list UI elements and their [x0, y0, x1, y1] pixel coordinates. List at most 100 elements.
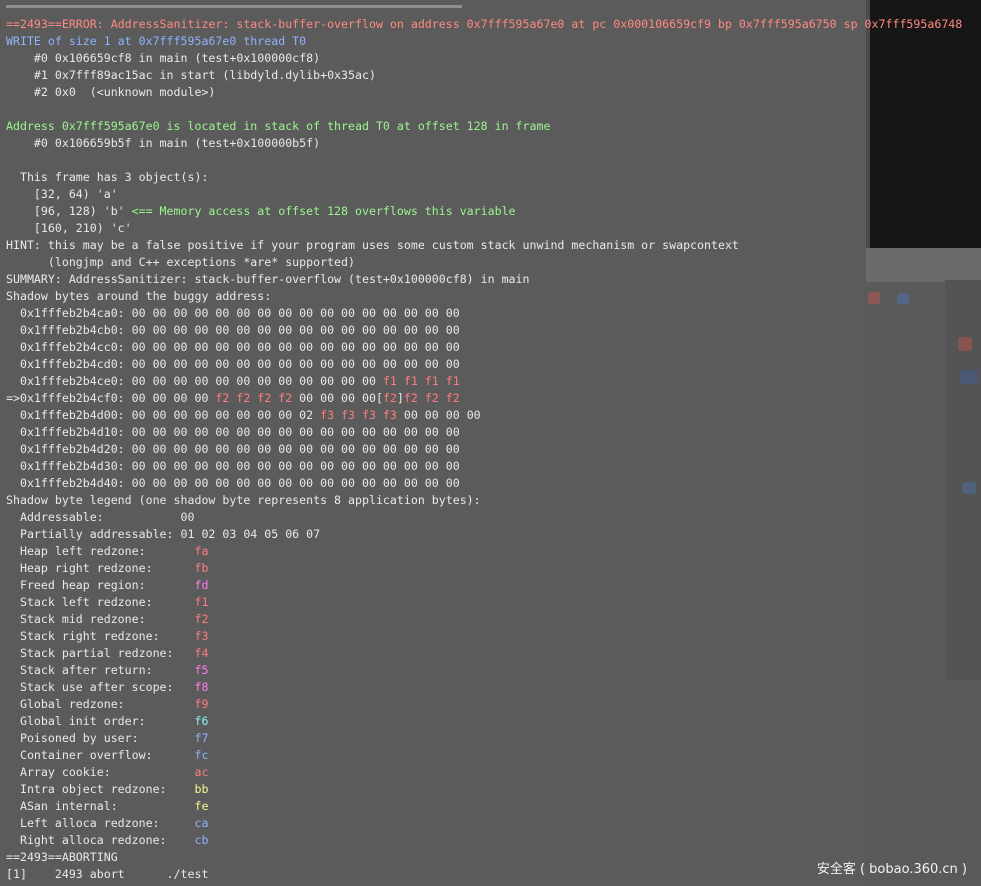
- terminal-text: ==2493==ERROR: AddressSanitizer: stack-b…: [6, 17, 963, 31]
- terminal-text: =>0x1fffeb2b4cf0: 00 00 00 00: [6, 391, 216, 405]
- terminal-line: Shadow byte legend (one shadow byte repr…: [6, 492, 962, 509]
- terminal-text: Heap left redzone:: [6, 544, 195, 558]
- terminal-line: 0x1fffeb2b4ce0: 00 00 00 00 00 00 00 00 …: [6, 373, 962, 390]
- terminal-separator: [6, 5, 462, 8]
- terminal-text: f4: [194, 646, 209, 660]
- terminal-text: Heap right redzone:: [6, 561, 195, 575]
- terminal-text: WRITE of size 1 at 0x7fff595a67e0 thread…: [6, 34, 307, 48]
- terminal-line: (longjmp and C++ exceptions *are* suppor…: [6, 254, 962, 271]
- terminal-text: 0x1fffeb2b4ce0: 00 00 00 00 00 00 00 00 …: [6, 374, 383, 388]
- terminal-text: fe: [194, 799, 209, 813]
- terminal-line: 0x1fffeb2b4cb0: 00 00 00 00 00 00 00 00 …: [6, 322, 962, 339]
- terminal-text: fa: [194, 544, 209, 558]
- terminal-text: Stack partial redzone:: [6, 646, 195, 660]
- terminal-text: Stack right redzone:: [6, 629, 195, 643]
- terminal-text: ca: [194, 816, 209, 830]
- terminal-text: f2 f2 f2: [403, 391, 460, 405]
- terminal-text: 00 00 00 00: [396, 408, 481, 422]
- terminal-text: Intra object redzone:: [6, 782, 195, 796]
- terminal-text: 0x1fffeb2b4d30: 00 00 00 00 00 00 00 00 …: [6, 459, 460, 473]
- terminal-line: Partially addressable: 01 02 03 04 05 06…: [6, 526, 962, 543]
- terminal-text: f2 f2 f2 f2: [215, 391, 293, 405]
- terminal-line: Heap left redzone: fa: [6, 543, 962, 560]
- terminal-line: =>0x1fffeb2b4cf0: 00 00 00 00 f2 f2 f2 f…: [6, 390, 962, 407]
- terminal-text: ASan internal:: [6, 799, 195, 813]
- terminal-text: (longjmp and C++ exceptions *are* suppor…: [6, 255, 356, 269]
- terminal-text: f2: [194, 612, 209, 626]
- terminal-text: Addressable: 00: [6, 510, 195, 524]
- terminal-text: This frame has 3 object(s):: [6, 170, 209, 184]
- terminal-line: 0x1fffeb2b4d30: 00 00 00 00 00 00 00 00 …: [6, 458, 962, 475]
- terminal-line: Stack after return: f5: [6, 662, 962, 679]
- terminal-text: Right alloca redzone:: [6, 833, 195, 847]
- terminal-line: #0 0x106659b5f in main (test+0x100000b5f…: [6, 135, 962, 152]
- terminal-text: cb: [194, 833, 209, 847]
- terminal-line: 0x1fffeb2b4d00: 00 00 00 00 00 00 00 00 …: [6, 407, 962, 424]
- terminal-text: 0x1fffeb2b4cc0: 00 00 00 00 00 00 00 00 …: [6, 340, 460, 354]
- terminal-text: f6: [194, 714, 209, 728]
- terminal-text: Freed heap region:: [6, 578, 195, 592]
- terminal-text: Stack after return:: [6, 663, 195, 677]
- terminal-text: f8: [194, 680, 209, 694]
- terminal-text: ]: [396, 391, 404, 405]
- terminal-text: f5: [194, 663, 209, 677]
- terminal-text: Shadow byte legend (one shadow byte repr…: [6, 493, 481, 507]
- terminal-line: Addressable: 00: [6, 509, 962, 526]
- terminal-text: Address 0x7fff595a67e0 is located in sta…: [6, 119, 551, 133]
- terminal-text: f7: [194, 731, 209, 745]
- terminal-text: #0 0x106659cf8 in main (test+0x100000cf8…: [6, 51, 321, 65]
- terminal-line: Poisoned by user: f7: [6, 730, 962, 747]
- terminal-line: Intra object redzone: bb: [6, 781, 962, 798]
- terminal-text: 0x1fffeb2b4d10: 00 00 00 00 00 00 00 00 …: [6, 425, 460, 439]
- terminal-line: Array cookie: ac: [6, 764, 962, 781]
- terminal-text: 0x1fffeb2b4d40: 00 00 00 00 00 00 00 00 …: [6, 476, 460, 490]
- terminal-line: 0x1fffeb2b4cd0: 00 00 00 00 00 00 00 00 …: [6, 356, 962, 373]
- terminal-line: 0x1fffeb2b4d20: 00 00 00 00 00 00 00 00 …: [6, 441, 962, 458]
- terminal-text: bb: [194, 782, 209, 796]
- terminal-text: Container overflow:: [6, 748, 195, 762]
- terminal-text: Shadow bytes around the buggy address:: [6, 289, 272, 303]
- terminal-line: 0x1fffeb2b4ca0: 00 00 00 00 00 00 00 00 …: [6, 305, 962, 322]
- terminal-text: Stack use after scope:: [6, 680, 195, 694]
- terminal-text: [32, 64) 'a': [6, 187, 118, 201]
- terminal-text: Partially addressable: 01 02 03 04 05 06…: [6, 527, 321, 541]
- terminal-line: Stack mid redzone: f2: [6, 611, 962, 628]
- terminal-text: 0x1fffeb2b4cb0: 00 00 00 00 00 00 00 00 …: [6, 323, 460, 337]
- terminal-text: #0 0x106659b5f in main (test+0x100000b5f…: [6, 136, 321, 150]
- terminal-text: 0x1fffeb2b4d20: 00 00 00 00 00 00 00 00 …: [6, 442, 460, 456]
- terminal-line: Stack partial redzone: f4: [6, 645, 962, 662]
- terminal-text: 0x1fffeb2b4cd0: 00 00 00 00 00 00 00 00 …: [6, 357, 460, 371]
- terminal-line: Left alloca redzone: ca: [6, 815, 962, 832]
- terminal-text: f1 f1 f1 f1: [382, 374, 460, 388]
- terminal-line: 0x1fffeb2b4d40: 00 00 00 00 00 00 00 00 …: [6, 475, 962, 492]
- watermark: 安全客 ( bobao.360.cn ): [816, 862, 967, 877]
- terminal-line: #0 0x106659cf8 in main (test+0x100000cf8…: [6, 50, 962, 67]
- terminal-line: Shadow bytes around the buggy address:: [6, 288, 962, 305]
- terminal-text: ac: [194, 765, 209, 779]
- terminal-text: #2 0x0 (<unknown module>): [6, 85, 216, 99]
- terminal-text: Poisoned by user:: [6, 731, 195, 745]
- terminal-line: Stack use after scope: f8: [6, 679, 962, 696]
- terminal-line: ASan internal: fe: [6, 798, 962, 815]
- terminal-text: HINT: this may be a false positive if yo…: [6, 238, 739, 252]
- terminal-text: [96, 128) 'b': [6, 204, 132, 218]
- terminal-text: #1 0x7fff89ac15ac in start (libdyld.dyli…: [6, 68, 376, 82]
- terminal-line: This frame has 3 object(s):: [6, 169, 962, 186]
- terminal-text: Global init order:: [6, 714, 195, 728]
- terminal-line: Address 0x7fff595a67e0 is located in sta…: [6, 118, 962, 135]
- terminal-line: Global redzone: f9: [6, 696, 962, 713]
- terminal-text: f1: [194, 595, 209, 609]
- terminal-line: WRITE of size 1 at 0x7fff595a67e0 thread…: [6, 33, 962, 50]
- terminal-text: fd: [194, 578, 209, 592]
- terminal-text: fc: [194, 748, 209, 762]
- background-icon-blue-2: [960, 370, 978, 384]
- terminal-output: ==2493==ERROR: AddressSanitizer: stack-b…: [6, 16, 962, 883]
- terminal-text: 00 00 00 00[: [292, 391, 383, 405]
- terminal-line: Freed heap region: fd: [6, 577, 962, 594]
- terminal-text: fb: [194, 561, 209, 575]
- terminal-line: Heap right redzone: fb: [6, 560, 962, 577]
- terminal-line: Stack right redzone: f3: [6, 628, 962, 645]
- terminal-text: f3 f3 f3 f3: [320, 408, 397, 422]
- terminal-text: [160, 210) 'c': [6, 221, 132, 235]
